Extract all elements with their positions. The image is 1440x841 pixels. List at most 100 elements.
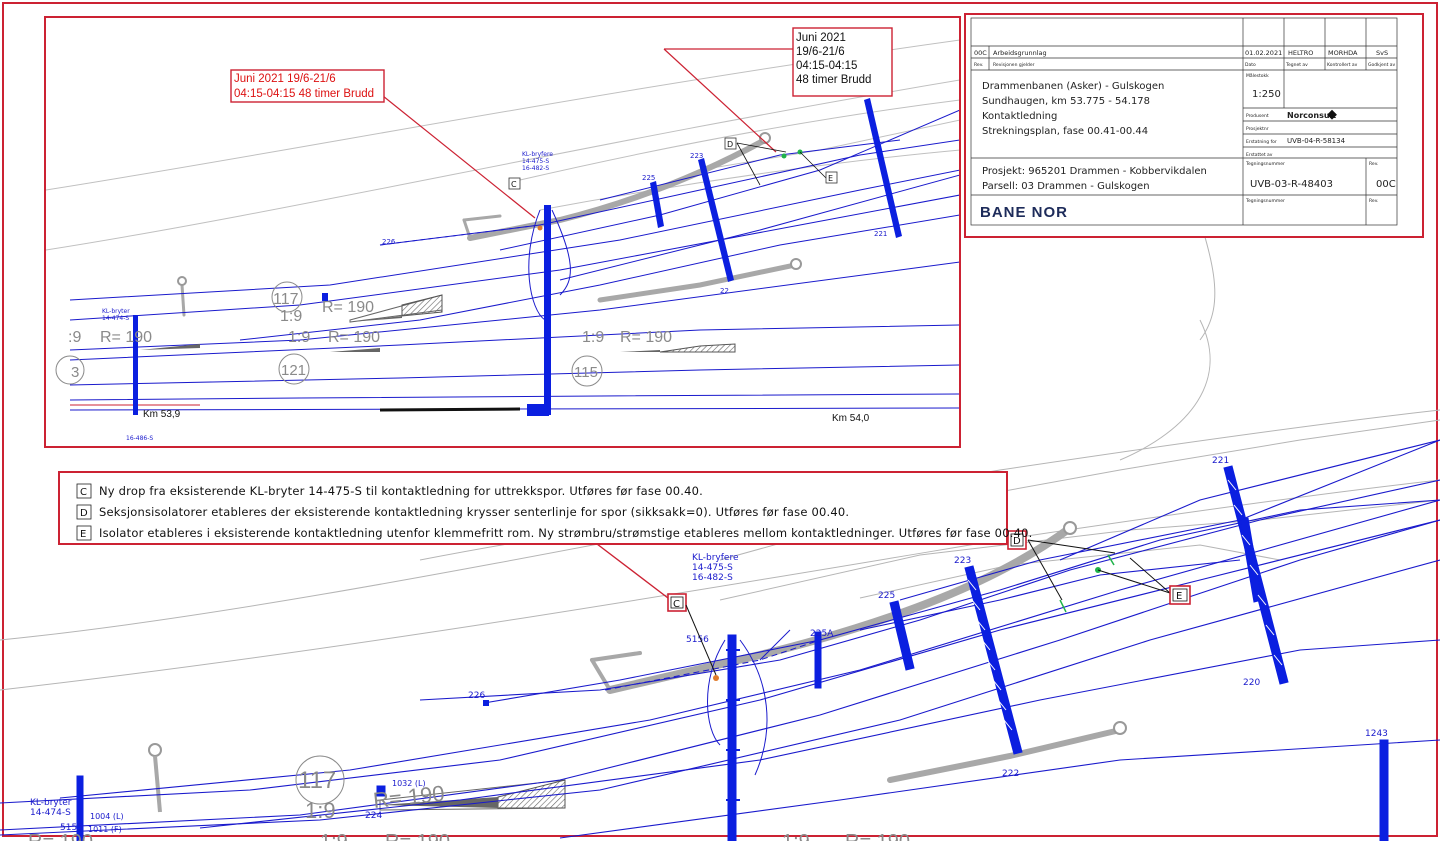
kl-fore-line-3: 16-482-S xyxy=(692,573,733,583)
inset-radius-3: R= 190 xyxy=(620,329,672,346)
label-1004: 1004 (L) xyxy=(90,812,124,821)
inset-marker-d-label: D xyxy=(727,140,733,149)
tb-field-label-2: Erstatning for xyxy=(1246,139,1277,145)
tb-project: Prosjekt: 965201 Drammen - Kobbervikdale… xyxy=(982,166,1207,177)
mast-label-224: 224 xyxy=(365,811,382,821)
tb-drawing-ref: UVB-04-R-58134 xyxy=(1287,137,1346,145)
inset-switch-121: 121 xyxy=(281,362,306,379)
tb-drawing-no-label: Tegningsnummer xyxy=(1245,161,1285,167)
mast-label-221: 221 xyxy=(1212,456,1229,466)
note-c: C Ny drop fra eksisterende KL-bryter 14-… xyxy=(76,483,703,499)
main-marker-e[interactable]: E xyxy=(1169,585,1191,605)
inset-mast-225: 225 xyxy=(642,174,655,182)
tb-rev-desc: Arbeidsgrunnlag xyxy=(993,49,1047,57)
kl-bryter-line-1: KL-bryter xyxy=(30,798,72,808)
track-drawing: 117 1:9 R= 190 221 223 225 225A 226 220 … xyxy=(0,2,1440,841)
inset-radius-2: R= 190 xyxy=(328,329,380,346)
notes-box: C Ny drop fra eksisterende KL-bryter 14-… xyxy=(58,471,1032,545)
inset-kl-label-3: 16-486-S xyxy=(126,435,153,442)
inset-switch-117: 117 xyxy=(273,291,299,308)
inset-callout-black: Juni 2021 19/6-21/6 04:15-04:15 48 timer… xyxy=(792,27,893,97)
mast-label-222: 222 xyxy=(1002,769,1019,779)
tb-field-label-3: Erstattet av xyxy=(1246,152,1273,158)
main-marker-c[interactable]: C xyxy=(667,593,687,612)
tb-title-2: Sundhaugen, km 53.775 - 54.178 xyxy=(982,96,1150,107)
tb-hdr-approved: Godkjent av xyxy=(1368,62,1396,68)
inset-callout-black-line-3: 04:15-04:15 xyxy=(796,60,857,72)
bane-nor-logo: BANE NOR xyxy=(980,204,1068,221)
tb-scale-label: Målestokk xyxy=(1246,72,1269,79)
tb-rev-date: 01.02.2021 xyxy=(1245,49,1282,57)
mast-label-5156: 5156 xyxy=(686,635,709,645)
main-marker-e-label: E xyxy=(1176,591,1182,602)
label-1032: 1032 (L) xyxy=(392,779,426,788)
kl-fore-line-2: 14-475-S xyxy=(692,563,733,573)
inset-marker-e[interactable]: E xyxy=(825,171,838,184)
note-d: D Seksjonsisolatorer etableres der eksis… xyxy=(76,504,849,520)
inset-mast-226: 226 xyxy=(382,238,396,246)
inset-radius-4: R= 190 xyxy=(100,329,152,346)
inset-radius-1: R= 190 xyxy=(322,299,374,316)
bottom-ratio-right: 1:9 xyxy=(782,831,810,841)
inset-mast-223: 223 xyxy=(690,152,703,160)
inset-marker-e-label: E xyxy=(828,174,833,183)
tb-producer-label: Produsent xyxy=(1246,113,1269,119)
inset-callout-red-line-2: 04:15-04:15 48 timer Brudd xyxy=(234,88,374,100)
inset-callout-black-line-2: 19/6-21/6 xyxy=(796,46,845,58)
tb-title-3: Kontaktledning xyxy=(982,111,1057,122)
inset-callout-black-line-4: 48 timer Brudd xyxy=(796,74,871,86)
tb-hdr-drawn: Tegnet av xyxy=(1285,62,1308,68)
tb-title-1: Drammenbanen (Asker) - Gulskogen xyxy=(982,81,1164,92)
inset-kl-label-2: 14-474-S xyxy=(102,315,129,322)
tb-hdr-desc: Revisjonen gjelder xyxy=(993,62,1035,68)
tb-rev-value: 00C xyxy=(1376,179,1396,190)
tb-rev-label-2: Rev. xyxy=(1369,198,1378,204)
inset-callout-black-line-1: Juni 2021 xyxy=(796,32,846,44)
inset-kl-label-1: KL-bryter xyxy=(102,308,130,315)
inset-marker-d[interactable]: D xyxy=(724,137,737,150)
note-c-key: C xyxy=(80,487,87,498)
tb-drawing-no-label-2: Tegningsnummer xyxy=(1245,198,1285,204)
note-d-text: Seksjonsisolatorer etableres der eksiste… xyxy=(99,505,849,519)
tb-rev-label: Rev. xyxy=(1369,161,1378,167)
tb-hdr-rev: Rev. xyxy=(974,62,983,68)
tb-rev-checked: MORHDA xyxy=(1328,49,1358,57)
tb-rev-approved: SvS xyxy=(1376,49,1388,57)
inset-kl-fore-2: 14-475-S xyxy=(522,158,549,165)
tb-hdr-date: Dato xyxy=(1245,62,1256,68)
tb-hdr-checked: Kontrollert av xyxy=(1327,62,1358,68)
inset-callout-red-line-1: Juni 2021 19/6-21/6 xyxy=(234,73,336,85)
bottom-radius-right: R= 190 xyxy=(845,831,910,841)
title-block: 00C Arbeidsgrunnlag 01.02.2021 HELTRO MO… xyxy=(964,13,1424,238)
inset-mast-221: 221 xyxy=(874,230,887,238)
note-c-text: Ny drop fra eksisterende KL-bryter 14-47… xyxy=(99,484,703,498)
tb-drawing-no: UVB-03-R-48403 xyxy=(1250,179,1333,190)
mast-label-225a: 225A xyxy=(810,629,834,639)
mast-label-225: 225 xyxy=(878,591,895,601)
tb-rev-drawn: HELTRO xyxy=(1288,49,1313,57)
kl-fore-line-1: KL-bryfere xyxy=(692,553,739,563)
inset-km-label: Km 54,0 xyxy=(832,413,870,424)
bottom-ratio-mid: 1:9 xyxy=(320,831,348,841)
inset-mast-222: 22 xyxy=(720,287,729,295)
inset-switch-3: 3 xyxy=(71,364,79,381)
kl-bryter-line-2: 14-474-S xyxy=(30,808,71,818)
inset-callout-red: Juni 2021 19/6-21/6 04:15-04:15 48 timer… xyxy=(230,69,385,103)
main-switch-ratio: 1:9 xyxy=(305,798,336,823)
inset-ratio-1: 1:9 xyxy=(280,308,302,325)
note-e: E Isolator etableres i eksisterende kont… xyxy=(76,525,1032,541)
tb-section: Parsell: 03 Drammen - Gulskogen xyxy=(982,181,1150,192)
inset-marker-c[interactable]: C xyxy=(508,177,521,190)
mast-label-220: 220 xyxy=(1243,678,1260,688)
note-d-key: D xyxy=(80,508,88,519)
inset-kl-fore-1: KL-bryfere xyxy=(522,151,553,158)
note-e-text: Isolator etableres i eksisterende kontak… xyxy=(99,526,1032,540)
inset-plan: 117 1:9 R= 190 1:9 R= 190 1:9 R= 190 :9 … xyxy=(44,16,961,448)
bottom-radius-left: R= 190 xyxy=(28,831,93,841)
inset-km-label-2: Km 53,9 xyxy=(143,409,181,420)
inset-switch-115: 115 xyxy=(574,364,598,381)
mast-label-226: 226 xyxy=(468,691,485,701)
inset-ratio-2: 1:9 xyxy=(288,329,310,346)
tb-rev: 00C xyxy=(974,49,987,57)
tb-field-label-1: Prosjektnr xyxy=(1246,126,1269,132)
